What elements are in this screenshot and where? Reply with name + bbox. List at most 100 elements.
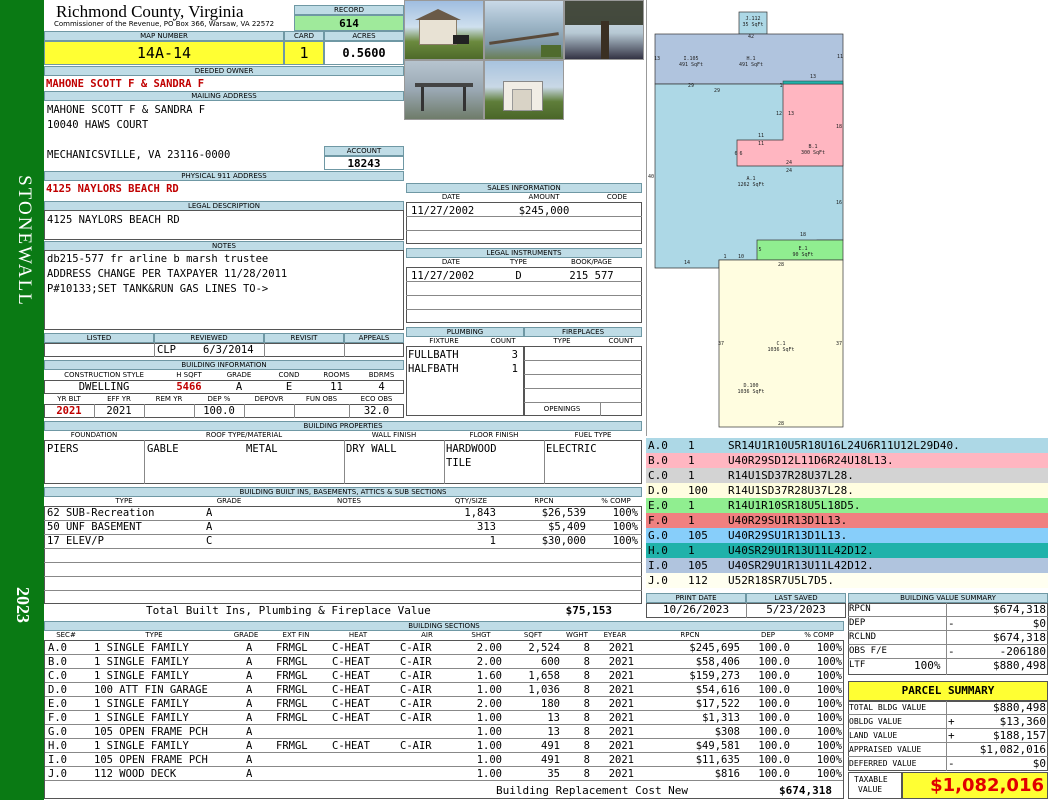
sketch-dimension: 18 bbox=[836, 124, 842, 130]
plumbing-fixture: FULLBATH bbox=[408, 349, 459, 361]
sketch-dimension: 40 bbox=[648, 174, 654, 180]
taxable-label-2: VALUE bbox=[858, 785, 883, 794]
plumbing-fixture: HALFBATH bbox=[408, 363, 459, 375]
card-number: 1 bbox=[284, 41, 324, 65]
building-info-title: BUILDING INFORMATION bbox=[44, 360, 404, 370]
sketch-dimension: 29 bbox=[714, 88, 720, 94]
dep-sign: - bbox=[948, 617, 955, 630]
obldg-sign: + bbox=[948, 715, 955, 728]
mailing-line-2: 10040 HAWS COURT bbox=[47, 119, 149, 131]
instrument-type: D bbox=[515, 270, 522, 282]
col-label: TYPE bbox=[553, 337, 571, 345]
sketch-dimension: 6 bbox=[734, 151, 737, 157]
segment-letter: G.0 bbox=[648, 529, 668, 542]
property-photo bbox=[404, 60, 484, 120]
segment-count: 1 bbox=[688, 544, 695, 557]
sketch-dimension: 24 bbox=[786, 160, 792, 166]
col-label: BDRMS bbox=[368, 371, 395, 379]
sketch-dimension: 13 bbox=[810, 74, 816, 80]
col-label: QTY/SIZE bbox=[454, 497, 488, 505]
roof-material: METAL bbox=[246, 443, 278, 455]
appeals-label: APPEALS bbox=[344, 333, 404, 343]
obldg-value: $13,360 bbox=[999, 715, 1046, 728]
sketch-section-area: 491 SqFt bbox=[739, 62, 763, 68]
sketch-dimension: 42 bbox=[748, 34, 754, 40]
year-built: 2021 bbox=[56, 405, 82, 417]
property-photo bbox=[564, 0, 644, 60]
segment-count: 105 bbox=[688, 529, 708, 542]
col-label: GRADE bbox=[216, 497, 242, 505]
land-sign: + bbox=[948, 729, 955, 742]
sketch-dimension: 1 bbox=[779, 83, 782, 89]
col-label: DEPOVR bbox=[254, 395, 284, 403]
sketch-dimension: 13 bbox=[654, 56, 660, 62]
col-label: BOOK/PAGE bbox=[571, 258, 612, 266]
segment-letter: D.0 bbox=[648, 484, 668, 497]
print-date-label: PRINT DATE bbox=[646, 593, 746, 603]
dep-label: DEP bbox=[849, 618, 866, 628]
col-label: FUN OBS bbox=[305, 395, 338, 403]
sketch-dimension: 37 bbox=[718, 341, 724, 347]
col-label: DATE bbox=[441, 193, 461, 201]
built-ins-total: $75,153 bbox=[565, 605, 612, 617]
segment-description: U40R29SU1R13D1L13. bbox=[728, 514, 848, 527]
segment-row: I.0 105 U40SR29U1R13U11L42D12. bbox=[646, 558, 1048, 573]
col-label: ROOMS bbox=[323, 371, 350, 379]
segment-letter: I.0 bbox=[648, 559, 668, 572]
taxable-label: TAXABLE bbox=[854, 775, 888, 784]
ltf-value: $880,498 bbox=[993, 659, 1046, 672]
note-line: db215-577 fr arline b marsh trustee bbox=[47, 253, 269, 265]
rpcn-value: $674,318 bbox=[993, 603, 1046, 616]
building-properties-title: BUILDING PROPERTIES bbox=[44, 421, 642, 431]
built-ins-title: BUILDING BUILT INS, BASEMENTS, ATTICS & … bbox=[44, 487, 642, 497]
openings-label: OPENINGS bbox=[543, 405, 581, 413]
col-label: FLOOR FINISH bbox=[469, 431, 519, 439]
col-label: DEP % bbox=[207, 395, 231, 403]
appraised-value: $1,082,016 bbox=[979, 743, 1046, 756]
plumbing-count: 1 bbox=[511, 363, 518, 375]
rpcn-label: RPCN bbox=[849, 604, 871, 614]
obs-value: -206180 bbox=[999, 645, 1046, 658]
mailing-line-1: MAHONE SCOTT F & SANDRA F bbox=[47, 104, 206, 116]
built-in-rpcn: $5,409 bbox=[548, 521, 586, 533]
col-label: EXT FIN bbox=[282, 631, 310, 639]
sketch-section-area: 1036 SqFt bbox=[767, 347, 794, 353]
built-in-rpcn: $30,000 bbox=[541, 535, 586, 547]
sketch-dimension: 18 bbox=[800, 232, 806, 238]
built-in-grade: A bbox=[206, 507, 213, 519]
map-number: 14A-14 bbox=[44, 41, 284, 65]
sale-date: 11/27/2002 bbox=[411, 205, 475, 217]
col-label: YR BLT bbox=[57, 395, 81, 403]
fuel-type: ELECTRIC bbox=[546, 443, 597, 455]
obldg-label: OBLDG VALUE bbox=[849, 717, 902, 726]
floor-finish: TILE bbox=[446, 457, 472, 469]
record-label: RECORD bbox=[294, 5, 404, 15]
map-number-label: MAP NUMBER bbox=[44, 31, 284, 41]
built-in-rpcn: $26,539 bbox=[541, 507, 586, 519]
taxable-value: $1,082,016 bbox=[902, 772, 1048, 799]
last-saved-date: 5/23/2023 bbox=[766, 604, 826, 616]
land-label: LAND VALUE bbox=[849, 731, 898, 740]
col-label: DEP bbox=[760, 631, 776, 639]
acres-label: ACRES bbox=[324, 31, 404, 41]
roof-type: GABLE bbox=[147, 443, 179, 455]
card-label: CARD bbox=[284, 31, 324, 41]
last-saved-label: LAST SAVED bbox=[746, 593, 846, 603]
segment-row: E.0 1 R14U1R10SR18U5L18D5. bbox=[646, 498, 1048, 513]
reviewed-by: CLP bbox=[157, 344, 176, 356]
sales-title: SALES INFORMATION bbox=[406, 183, 642, 193]
economic-obsolescence: 32.0 bbox=[363, 405, 390, 417]
segment-description: U52R18SR7U5L7D5. bbox=[728, 574, 834, 587]
district-name: STONEWALL bbox=[14, 175, 35, 307]
sketch-drawing: J.11235 SqFtI.105491 SqFtH.1491 SqFtB.13… bbox=[648, 11, 844, 428]
foundation-value: PIERS bbox=[47, 443, 79, 455]
condition-value: E bbox=[285, 381, 293, 393]
property-photo bbox=[404, 0, 484, 60]
ltf-pct: 100% bbox=[914, 659, 941, 672]
segment-description: R14U1SD37R28U37L28. bbox=[728, 469, 854, 482]
col-label: CODE bbox=[606, 193, 628, 201]
segment-count: 1 bbox=[688, 514, 695, 527]
segment-row: H.0 1 U40SR29U1R13U11L42D12. bbox=[646, 543, 1048, 558]
sketch-section-area: 300 SqFt bbox=[801, 150, 825, 156]
col-label: WGHT bbox=[566, 631, 588, 639]
